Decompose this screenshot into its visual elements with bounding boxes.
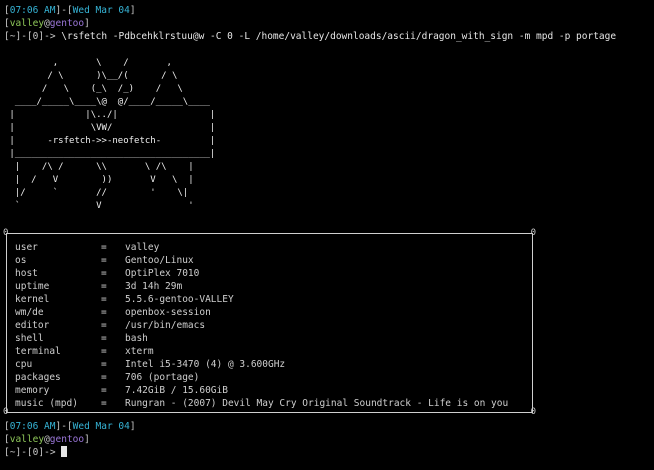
info-separator: = bbox=[101, 359, 107, 370]
info-value: 706 (portage) bbox=[125, 372, 200, 383]
info-key: memory bbox=[15, 385, 50, 396]
box-corner-bottom-right: 0 bbox=[530, 407, 536, 417]
terminal-window[interactable]: [07:06 AM]-[Wed Mar 04] [valley@gentoo] … bbox=[3, 4, 650, 466]
info-key: os bbox=[15, 255, 27, 266]
info-key: host bbox=[15, 268, 38, 279]
info-value: 7.42GiB / 15.60GiB bbox=[125, 385, 228, 396]
info-separator: = bbox=[101, 255, 107, 266]
prompt-host: gentoo bbox=[49, 434, 85, 445]
info-key: user bbox=[15, 242, 38, 253]
info-value: Rungran - (2007) Devil May Cry Original … bbox=[125, 398, 509, 409]
info-separator: = bbox=[101, 268, 107, 279]
info-key: kernel bbox=[15, 294, 50, 305]
info-key: uptime bbox=[15, 281, 50, 292]
info-value: bash bbox=[125, 333, 148, 344]
command-text: \rsfetch -Pdbcehklrstuu@w -C 0 -L /home/… bbox=[61, 31, 617, 42]
info-separator: = bbox=[101, 385, 107, 396]
prompt-time-line: [07:06 AM]-[Wed Mar 04] bbox=[4, 5, 136, 16]
info-separator: = bbox=[101, 372, 107, 383]
info-value: /usr/bin/emacs bbox=[125, 320, 206, 331]
system-info-box: 0 0 0 0 user = valley os = Gentoo/Linux host… bbox=[3, 229, 536, 417]
prompt-time: 07:06 AM bbox=[9, 421, 56, 432]
info-value: Gentoo/Linux bbox=[125, 255, 194, 266]
info-key: packages bbox=[15, 372, 61, 383]
info-value: openbox-session bbox=[125, 307, 211, 318]
info-value: OptiPlex 7010 bbox=[125, 268, 200, 279]
info-value: xterm bbox=[125, 346, 154, 357]
ascii-dragon-art: , \ / , / \ )\__/( / \ / \ (_\ /_) / \ _… bbox=[9, 58, 216, 211]
prompt-time: 07:06 AM bbox=[9, 5, 56, 16]
info-separator: = bbox=[101, 346, 107, 357]
prompt-user-line: [valley@gentoo] bbox=[4, 18, 90, 29]
text-cursor[interactable] bbox=[61, 446, 68, 457]
info-separator: = bbox=[101, 242, 107, 253]
info-value: 5.5.6-gentoo-VALLEY bbox=[125, 294, 234, 305]
info-key: wm/de bbox=[15, 307, 44, 318]
prompt-arrow: -> bbox=[44, 447, 56, 458]
info-key: shell bbox=[15, 333, 44, 344]
input-line[interactable]: [~]-[0]-> bbox=[4, 446, 68, 459]
info-separator: = bbox=[101, 281, 107, 292]
info-key: terminal bbox=[15, 346, 61, 357]
prompt-user: valley bbox=[9, 18, 45, 29]
info-separator: = bbox=[101, 294, 107, 305]
info-key: cpu bbox=[15, 359, 33, 370]
prompt-user-line-2: [valley@gentoo] bbox=[4, 434, 90, 445]
prompt-date: Wed Mar 04 bbox=[72, 421, 130, 432]
box-corner-top-right: 0 bbox=[530, 228, 536, 238]
info-key: music (mpd) bbox=[15, 398, 78, 409]
info-key: editor bbox=[15, 320, 50, 331]
prompt-date: Wed Mar 04 bbox=[72, 5, 130, 16]
box-corner-bottom-left: 0 bbox=[3, 407, 9, 417]
box-corner-top-left: 0 bbox=[3, 228, 9, 238]
info-separator: = bbox=[101, 320, 107, 331]
info-separator: = bbox=[101, 398, 107, 409]
prompt-arrow: -> bbox=[44, 31, 56, 42]
info-value: Intel i5-3470 (4) @ 3.600GHz bbox=[125, 359, 286, 370]
info-value: 3d 14h 29m bbox=[125, 281, 183, 292]
prompt-host: gentoo bbox=[49, 18, 85, 29]
prompt-user: valley bbox=[9, 434, 45, 445]
command-line: [~]-[0]-> \rsfetch -Pdbcehklrstuu@w -C 0… bbox=[4, 31, 617, 42]
info-separator: = bbox=[101, 333, 107, 344]
info-value: valley bbox=[125, 242, 160, 253]
prompt-time-line-2: [07:06 AM]-[Wed Mar 04] bbox=[4, 421, 136, 432]
info-separator: = bbox=[101, 307, 107, 318]
